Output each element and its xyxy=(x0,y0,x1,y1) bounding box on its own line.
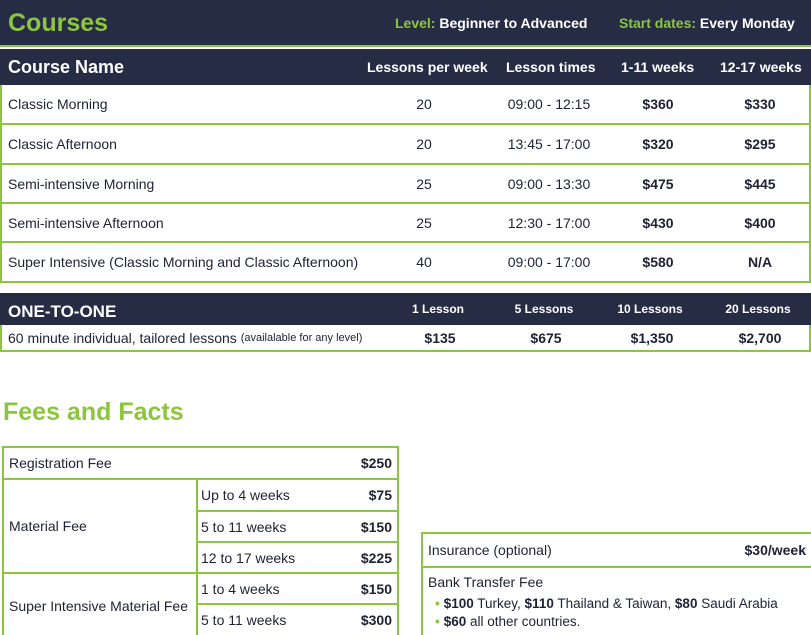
material-price: $150 xyxy=(360,518,392,535)
one-to-one-description: 60 minute individual, tailored lessons (… xyxy=(8,325,362,350)
bank-fee-price: $60 xyxy=(443,613,467,629)
price-12-17-weeks: $445 xyxy=(744,175,776,192)
price-1-11-weeks: $580 xyxy=(642,254,674,270)
page-title: Courses xyxy=(8,9,109,37)
column-header-10-lessons: 10 Lessons xyxy=(617,302,683,316)
lessons-per-week: 20 xyxy=(416,136,432,152)
start-dates-label: Start dates: xyxy=(619,15,697,31)
bank-transfer-label: Bank Transfer Fee xyxy=(428,574,544,590)
column-header-lessons-per-week: Lessons per week xyxy=(367,59,488,75)
description-text: 60 minute individual, tailored lessons xyxy=(8,329,237,346)
table-row: Classic Afternoon 20 13:45 - 17:00 $320 … xyxy=(0,125,811,165)
bank-transfer-line-2: • $60 all other countries. xyxy=(435,612,580,630)
one-to-one-header: ONE-TO-ONE 1 Lesson 5 Lessons 10 Lessons… xyxy=(0,293,811,325)
material-duration: Up to 4 weeks xyxy=(201,487,290,503)
bank-fee-text: all other countries. xyxy=(466,613,581,629)
lesson-times: 09:00 - 13:30 xyxy=(507,175,591,192)
table-row: Semi-intensive Afternoon 25 12:30 - 17:0… xyxy=(0,204,811,243)
one-to-one-row: 60 minute individual, tailored lessons (… xyxy=(0,325,811,352)
column-header-5-lessons: 5 Lessons xyxy=(514,302,574,316)
super-material-duration: 1 to 4 weeks xyxy=(201,580,280,597)
lesson-times: 09:00 - 12:15 xyxy=(507,96,591,112)
lesson-times: 09:00 - 17:00 xyxy=(507,254,591,270)
column-header-20-lessons: 20 Lessons xyxy=(725,302,791,316)
registration-fee-price: $250 xyxy=(360,455,392,471)
course-name: Classic Afternoon xyxy=(8,136,117,152)
material-price: $225 xyxy=(360,549,392,566)
bank-fee-place: Saudi Arabia xyxy=(697,595,778,611)
table-row: Semi-intensive Morning 25 09:00 - 13:30 … xyxy=(0,165,811,204)
course-name: Semi-intensive Afternoon xyxy=(8,214,164,231)
lesson-times: 12:30 - 17:00 xyxy=(507,214,591,231)
bank-fee-place: Thailand & Taiwan, xyxy=(553,595,675,611)
price-10-lessons: $1,350 xyxy=(630,329,674,346)
top-bar: Courses Level: Beginner to Advanced Star… xyxy=(0,0,811,47)
bank-fee-price: $110 xyxy=(524,595,554,611)
insurance-bank-table: Insurance (optional) $30/week Bank Trans… xyxy=(421,532,811,635)
super-material-duration: 5 to 11 weeks xyxy=(201,612,287,628)
bullet-icon: • xyxy=(435,595,440,611)
price-1-lesson: $135 xyxy=(424,329,456,346)
course-name: Classic Morning xyxy=(8,96,108,112)
table-row: Super Intensive (Classic Morning and Cla… xyxy=(0,243,811,283)
material-price: $75 xyxy=(368,487,392,503)
price-12-17-weeks: $330 xyxy=(744,96,776,112)
lessons-per-week: 25 xyxy=(416,175,432,192)
bullet-icon: • xyxy=(435,613,440,629)
fees-section-title: Fees and Facts xyxy=(3,398,184,426)
description-note: (availalable for any level) xyxy=(240,331,363,344)
start-dates-info: Start dates: Every Monday xyxy=(619,15,795,31)
level-label: Level: xyxy=(395,15,436,31)
column-header-course-name: Course Name xyxy=(8,57,125,77)
super-material-price: $300 xyxy=(360,612,392,628)
lessons-per-week: 25 xyxy=(416,214,432,231)
price-1-11-weeks: $360 xyxy=(642,96,674,112)
bank-fee-price: $80 xyxy=(674,595,698,611)
insurance-price: $30/week xyxy=(744,542,807,558)
courses-table-header: Course Name Lessons per week Lesson time… xyxy=(0,49,811,85)
divider xyxy=(423,566,811,568)
price-1-11-weeks: $430 xyxy=(642,214,674,231)
lessons-per-week: 40 xyxy=(416,254,432,270)
material-duration: 12 to 17 weeks xyxy=(201,549,296,566)
course-name: Semi-intensive Morning xyxy=(8,175,155,192)
lesson-times: 13:45 - 17:00 xyxy=(507,136,591,152)
super-material-price: $150 xyxy=(360,580,392,597)
column-header-1-11-weeks: 1-11 weeks xyxy=(621,59,695,75)
divider xyxy=(196,480,198,635)
bank-fee-price: $100 xyxy=(443,595,474,611)
price-12-17-weeks: $400 xyxy=(744,214,776,231)
column-header-1-lesson: 1 Lesson xyxy=(411,302,465,316)
price-12-17-weeks: $295 xyxy=(744,136,776,152)
price-1-11-weeks: $475 xyxy=(642,175,674,192)
course-name: Super Intensive (Classic Morning and Cla… xyxy=(8,254,359,270)
material-fee-label: Material Fee xyxy=(9,518,87,534)
price-20-lessons: $2,700 xyxy=(738,329,782,346)
insurance-label: Insurance (optional) xyxy=(428,542,552,558)
price-5-lessons: $675 xyxy=(530,329,562,346)
level-info: Level: Beginner to Advanced xyxy=(395,15,587,31)
super-intensive-material-fee-label: Super Intensive Material Fee xyxy=(9,597,188,614)
price-1-11-weeks: $320 xyxy=(642,136,674,152)
lessons-per-week: 20 xyxy=(416,96,432,112)
start-dates-value: Every Monday xyxy=(699,15,795,31)
one-to-one-title: ONE-TO-ONE xyxy=(8,302,117,321)
bank-transfer-line-1: • $100 Turkey, $110 Thailand & Taiwan, $… xyxy=(435,594,778,612)
material-duration: 5 to 11 weeks xyxy=(201,518,287,535)
bank-fee-place: Turkey, xyxy=(473,595,525,611)
column-header-lesson-times: Lesson times xyxy=(506,59,596,75)
level-value: Beginner to Advanced xyxy=(439,15,588,31)
column-header-12-17-weeks: 12-17 weeks xyxy=(720,59,802,75)
fees-table: Registration Fee $250 Material Fee Up to… xyxy=(2,446,399,635)
price-12-17-weeks: N/A xyxy=(747,254,773,270)
table-row: Classic Morning 20 09:00 - 12:15 $360 $3… xyxy=(0,85,811,125)
registration-fee-label: Registration Fee xyxy=(9,455,112,471)
